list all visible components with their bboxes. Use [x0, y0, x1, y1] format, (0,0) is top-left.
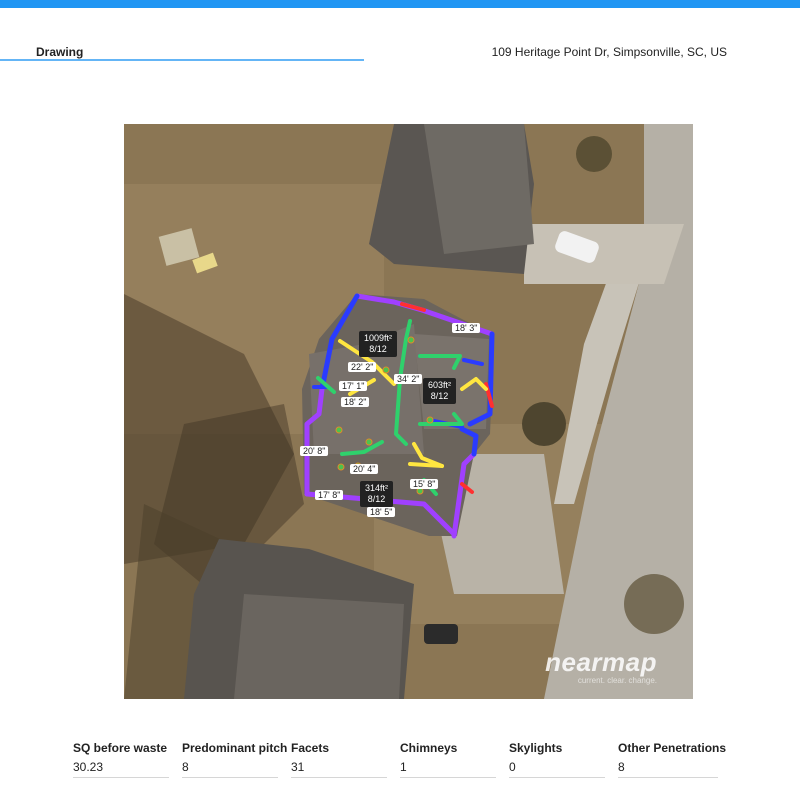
length-label: 15' 8": [410, 479, 439, 489]
facet-pitch: 8/12: [367, 494, 386, 504]
stat-facets: Facets 31: [291, 741, 387, 778]
length-label: 18' 5": [367, 507, 396, 517]
roof-summary: SQ before waste 30.23 Predominant pitch …: [73, 741, 733, 781]
tab-active-underline: [0, 59, 364, 61]
aerial-map[interactable]: 18' 3" 22' 2" 17' 1" 34' 2" 18' 2" 20' 8…: [124, 124, 693, 699]
facet-area-label: 1009ft² 8/12: [359, 331, 398, 357]
length-label: 20' 4": [350, 464, 379, 474]
stat-label: SQ before waste: [73, 741, 168, 755]
top-accent-bar: [0, 0, 800, 8]
stat-value: 30.23: [73, 760, 169, 778]
stat-value: 8: [618, 760, 718, 778]
stat-value: 1: [400, 760, 496, 778]
length-label: 17' 8": [315, 490, 344, 500]
stat-skylights: Skylights 0: [509, 741, 605, 778]
facet-area: 314ft²: [365, 483, 389, 493]
stat-label: Chimneys: [400, 741, 458, 755]
stat-label: Skylights: [509, 741, 563, 755]
facet-pitch: 8/12: [369, 344, 387, 354]
tab-drawing[interactable]: Drawing: [36, 45, 83, 59]
stat-value: 0: [509, 760, 605, 778]
length-label: 18' 2": [341, 397, 370, 407]
stat-predominant-pitch: Predominant pitch 8: [182, 741, 288, 778]
watermark-logo: nearmap: [545, 647, 657, 677]
property-address: 109 Heritage Point Dr, Simpsonville, SC,…: [491, 45, 727, 59]
facet-area: 1009ft²: [364, 333, 393, 343]
length-label: 20' 8": [300, 446, 329, 456]
stat-label: Facets: [291, 741, 330, 755]
stat-sq-before-waste: SQ before waste 30.23: [73, 741, 169, 778]
length-label: 22' 2": [348, 362, 377, 372]
facet-area-label: 603ft² 8/12: [423, 378, 457, 404]
stat-chimneys: Chimneys 1: [400, 741, 496, 778]
stat-value: 31: [291, 760, 387, 778]
stat-other-penetrations: Other Penetrations 8: [618, 741, 727, 778]
stat-label: Other Penetrations: [618, 741, 727, 755]
stat-value: 8: [182, 760, 278, 778]
facet-pitch: 8/12: [430, 391, 449, 401]
length-label: 34' 2": [394, 374, 423, 384]
length-label: 18' 3": [452, 323, 481, 333]
length-label: 17' 1": [339, 381, 368, 391]
facet-area: 603ft²: [428, 380, 452, 390]
nearmap-watermark: nearmap current. clear. change.: [545, 647, 657, 685]
map-image: [124, 124, 693, 699]
facet-area-label: 314ft² 8/12: [360, 481, 394, 507]
stat-label: Predominant pitch: [182, 741, 288, 755]
